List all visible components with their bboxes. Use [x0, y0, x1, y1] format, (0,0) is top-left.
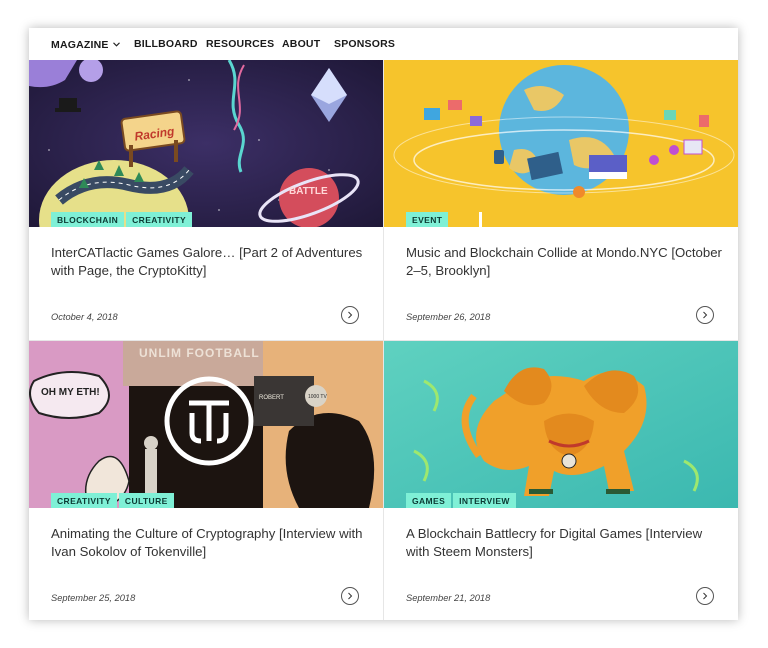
article-image[interactable] [384, 341, 738, 508]
read-more-button[interactable] [696, 306, 714, 324]
planet-text: BATTLE [289, 186, 328, 197]
nav-item-magazine[interactable]: MAGAZINE [51, 38, 120, 51]
article-date: September 21, 2018 [406, 593, 491, 603]
bubble-text: OH MY ETH! [41, 387, 100, 398]
nav-item-resources[interactable]: RESOURCES [206, 38, 274, 50]
article-image[interactable]: Racing BATTLE [29, 60, 383, 227]
chevron-right-icon [348, 592, 353, 600]
tag-interview[interactable]: INTERVIEW [453, 493, 516, 508]
article-card[interactable]: OH MY ETH! UNLIM FOOTBALL ROBERT 1000 TV… [29, 341, 383, 620]
chevron-right-icon [348, 311, 353, 319]
article-title[interactable]: InterCATlactic Games Galore… [Part 2 of … [51, 244, 369, 280]
tag-list: EVENT [406, 210, 450, 228]
chevron-right-icon [703, 311, 708, 319]
article-image[interactable]: OH MY ETH! UNLIM FOOTBALL ROBERT 1000 TV [29, 341, 383, 508]
tag-culture[interactable]: CULTURE [118, 493, 174, 508]
tag-list: GAMES INTERVIEW [406, 491, 518, 509]
tag-creativity[interactable]: CREATIVITY [51, 493, 117, 508]
article-date: September 25, 2018 [51, 593, 136, 603]
tag-event[interactable]: EVENT [406, 212, 449, 227]
article-title[interactable]: A Blockchain Battlecry for Digital Games… [406, 525, 724, 561]
chevron-right-icon [703, 592, 708, 600]
tag-games[interactable]: GAMES [406, 493, 452, 508]
article-title[interactable]: Animating the Culture of Cryptography [I… [51, 525, 369, 561]
nav-item-billboard[interactable]: BILLBOARD [134, 38, 198, 50]
article-title[interactable]: Music and Blockchain Collide at Mondo.NY… [406, 244, 724, 280]
tag-list: BLOCKCHAIN CREATIVITY [51, 210, 194, 228]
sign-text: UNLIM FOOTBALL [139, 346, 260, 360]
tag-list: CREATIVITY CULTURE [51, 491, 176, 509]
article-card[interactable]: GAMES INTERVIEW A Blockchain Battlecry fo… [384, 341, 738, 620]
read-more-button[interactable] [696, 587, 714, 605]
article-date: October 4, 2018 [51, 312, 118, 322]
board-score: 1000 TV [308, 394, 327, 400]
article-card[interactable]: Racing BATTLE BLOCKCHAIN CREATIVITY Inter… [29, 60, 383, 340]
tag-creativity[interactable]: CREATIVITY [126, 212, 193, 227]
chevron-down-icon [112, 38, 120, 50]
grid-divider-horizontal [29, 340, 738, 341]
nav-item-about[interactable]: ABOUT [282, 38, 320, 50]
board-name: ROBERT [259, 395, 284, 401]
read-more-button[interactable] [341, 587, 359, 605]
tag-blockchain[interactable]: BLOCKCHAIN [51, 212, 125, 227]
nav-item-label: MAGAZINE [51, 39, 109, 51]
page-frame: MAGAZINE BILLBOARD RESOURCES ABOUT SPONS… [29, 28, 738, 620]
article-date: September 26, 2018 [406, 312, 491, 322]
top-nav: MAGAZINE BILLBOARD RESOURCES ABOUT SPONS… [29, 28, 738, 61]
nav-item-sponsors[interactable]: SPONSORS [334, 38, 395, 50]
article-card[interactable]: EVENT Music and Blockchain Collide at Mo… [384, 60, 738, 340]
article-image[interactable] [384, 60, 738, 227]
read-more-button[interactable] [341, 306, 359, 324]
